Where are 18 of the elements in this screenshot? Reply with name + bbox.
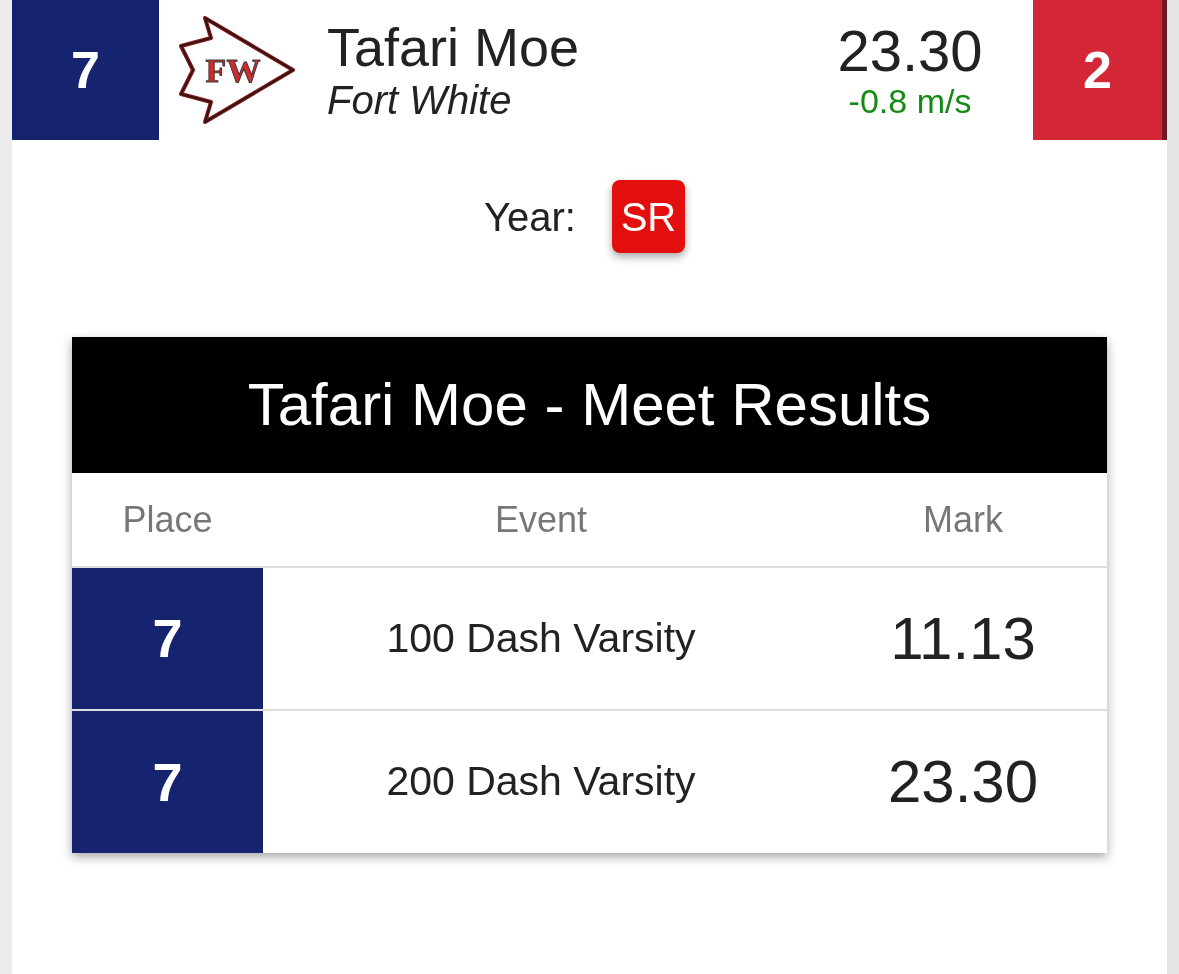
year-label: Year: — [484, 193, 576, 241]
column-header: Place — [121, 497, 214, 542]
wind-reading: -0.8 m/s — [848, 82, 972, 120]
event-cell-text: 200 Dash Varsity — [386, 757, 696, 807]
place-cell: 7 — [72, 711, 263, 853]
year-badge: SR — [611, 180, 685, 253]
team-name: Fort White — [327, 77, 512, 123]
column-header: Event — [493, 497, 589, 542]
athlete-name: Tafari Moe — [327, 17, 580, 77]
time-mark: 23.30 — [837, 20, 983, 82]
place-cell: 7 — [72, 568, 263, 709]
event-cell-text: 100 Dash Varsity — [386, 613, 696, 663]
place-box: 7 — [12, 0, 159, 140]
column-header: Mark — [922, 497, 1004, 542]
table-title: Tafari Moe - Meet Results — [72, 337, 1107, 473]
number-box: 2 — [1033, 0, 1167, 140]
mark-cell-text: 11.13 — [890, 603, 1036, 674]
mark-cell-text: 23.30 — [887, 747, 1039, 817]
